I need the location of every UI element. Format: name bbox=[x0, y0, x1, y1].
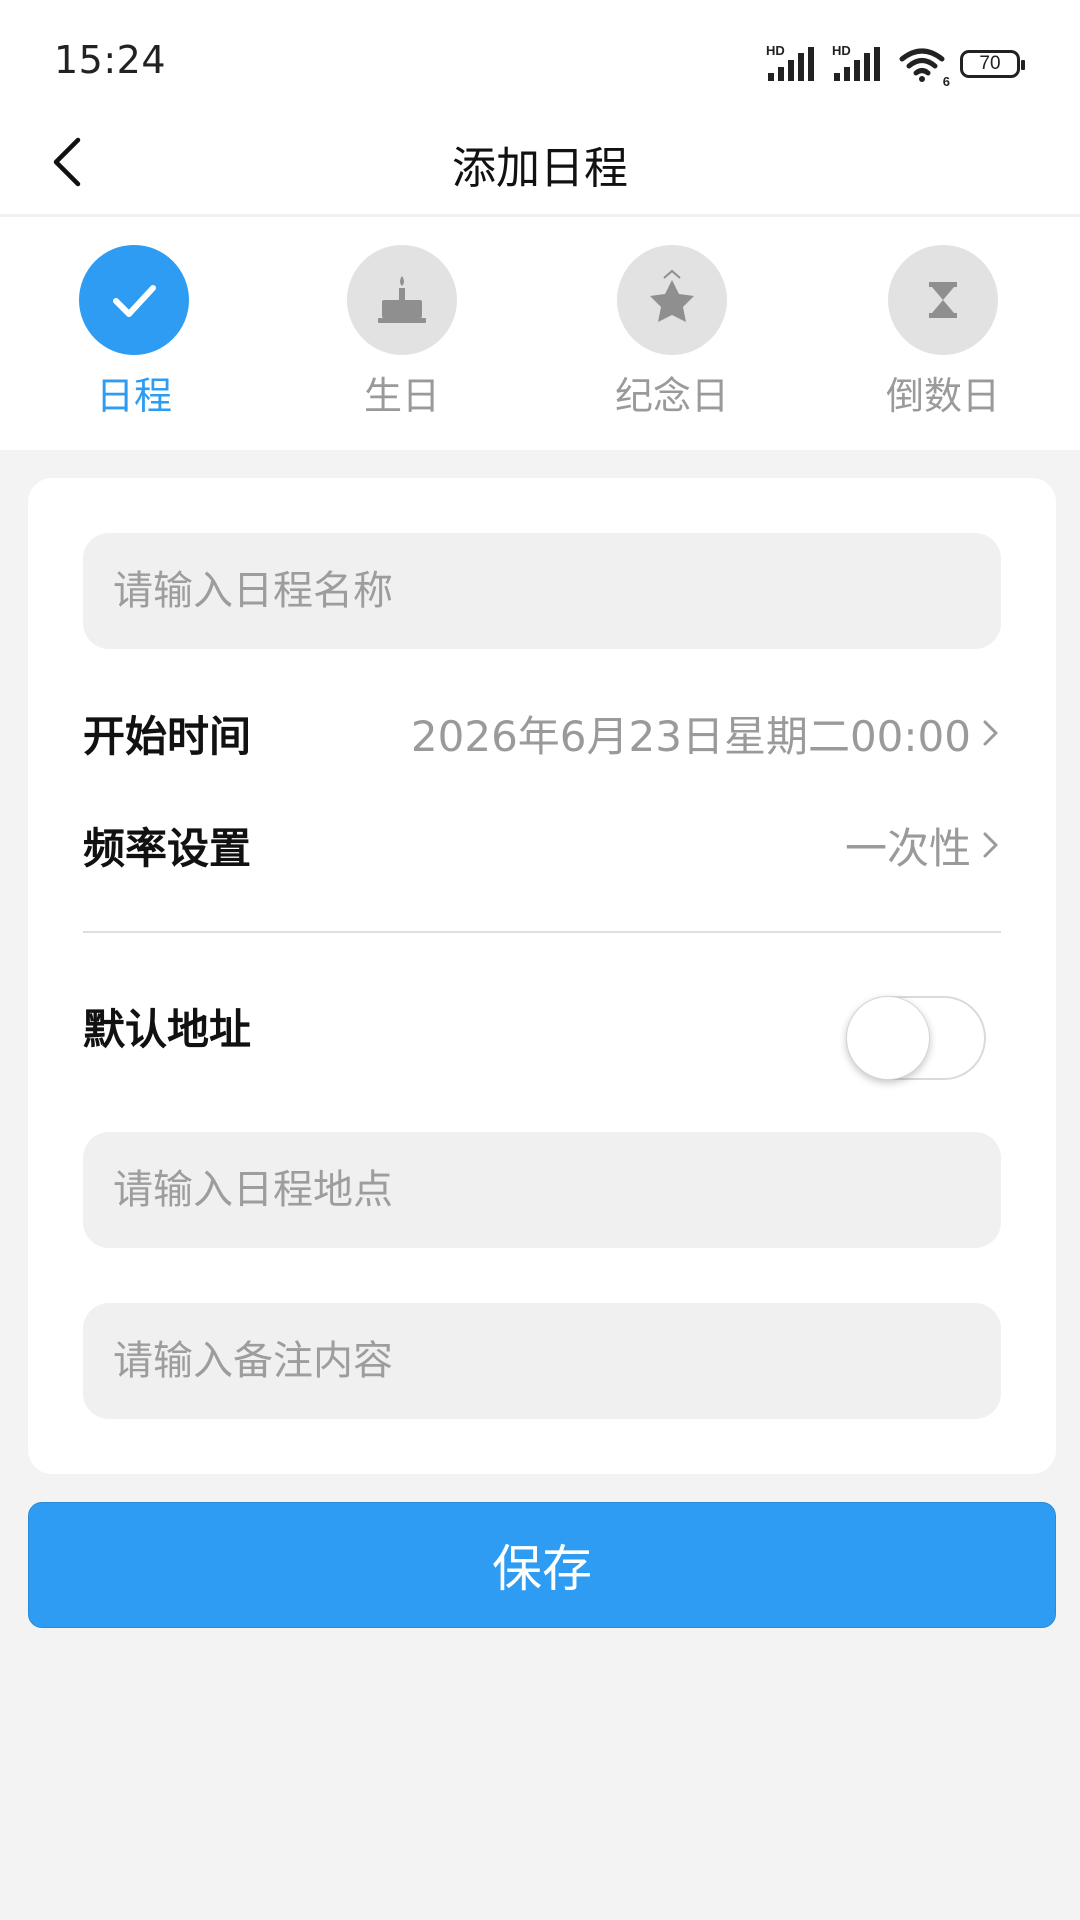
schedule-form-card: 开始时间 2026年6月23日星期二00:00 频率设置 一次性 默认地址 bbox=[28, 478, 1056, 1474]
star-icon bbox=[650, 269, 694, 322]
type-icon-circle bbox=[79, 245, 189, 355]
type-label: 倒数日 bbox=[885, 374, 1000, 418]
type-label: 纪念日 bbox=[614, 374, 729, 418]
battery-icon: 70 bbox=[960, 50, 1025, 78]
type-tab-countdown[interactable]: 倒数日 bbox=[863, 245, 1023, 420]
type-tab-birthday[interactable]: 生日 bbox=[322, 245, 482, 420]
frequency-label: 频率设置 bbox=[83, 823, 252, 873]
check-icon bbox=[113, 285, 156, 317]
location-input[interactable] bbox=[83, 1132, 1001, 1248]
cellular-signal-2-icon: HD bbox=[832, 43, 884, 83]
app-header: 添加日程 bbox=[0, 110, 1080, 217]
type-icon-circle bbox=[888, 245, 998, 355]
type-tab-schedule[interactable]: 日程 bbox=[54, 245, 214, 420]
start-time-row[interactable]: 开始时间 2026年6月23日星期二00:00 bbox=[83, 688, 1001, 778]
default-address-row: 默认地址 bbox=[83, 988, 1001, 1088]
divider bbox=[83, 931, 1001, 933]
status-bar: 15:24 HD HD 6 70 bbox=[0, 0, 1080, 110]
chevron-right-icon bbox=[981, 829, 1001, 861]
status-icons: HD HD 6 70 bbox=[766, 43, 1025, 89]
status-time: 15:24 bbox=[54, 38, 167, 82]
type-tab-anniversary[interactable]: 纪念日 bbox=[592, 245, 752, 420]
cake-icon bbox=[378, 276, 426, 323]
start-time-value[interactable]: 2026年6月23日星期二00:00 bbox=[411, 703, 1001, 764]
frequency-value[interactable]: 一次性 bbox=[845, 815, 1001, 876]
save-button[interactable]: 保存 bbox=[28, 1502, 1056, 1628]
page-title: 添加日程 bbox=[452, 143, 628, 194]
note-input[interactable] bbox=[83, 1303, 1001, 1419]
chevron-right-icon bbox=[981, 717, 1001, 749]
type-label: 生日 bbox=[363, 374, 440, 418]
start-time-label: 开始时间 bbox=[83, 711, 252, 761]
frequency-row[interactable]: 频率设置 一次性 bbox=[83, 800, 1001, 890]
event-type-selector: 日程 生日 纪念日 倒数日 bbox=[0, 217, 1080, 450]
toggle-knob bbox=[846, 996, 930, 1080]
type-icon-circle bbox=[347, 245, 457, 355]
schedule-name-input[interactable] bbox=[83, 533, 1001, 649]
default-address-label: 默认地址 bbox=[83, 1004, 252, 1054]
default-address-toggle[interactable] bbox=[846, 996, 986, 1080]
cellular-signal-icon: HD bbox=[766, 43, 818, 83]
type-icon-circle bbox=[617, 245, 727, 355]
wifi-icon: 6 bbox=[898, 45, 950, 89]
type-label: 日程 bbox=[95, 374, 172, 418]
hourglass-icon bbox=[929, 282, 957, 318]
